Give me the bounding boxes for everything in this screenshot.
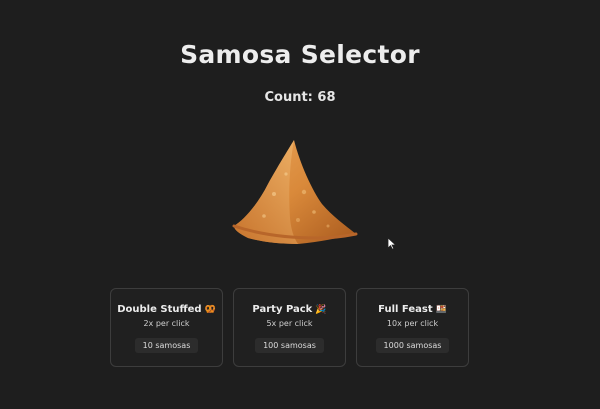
- app-root: Samosa Selector Count: 68 Double Stuffed…: [0, 0, 600, 409]
- upgrade-card-double-stuffed[interactable]: Double Stuffed 🥨 2x per click 10 samosas: [110, 288, 223, 367]
- mouse-cursor-icon: [387, 237, 397, 250]
- upgrade-cost-badge: 10 samosas: [134, 338, 199, 353]
- upgrade-name: Full Feast 🍱: [378, 304, 447, 315]
- upgrade-name: Party Pack 🎉: [252, 304, 326, 315]
- upgrade-name-text: Double Stuffed: [117, 304, 202, 315]
- upgrade-name-text: Full Feast: [378, 304, 433, 315]
- page-title: Samosa Selector: [180, 40, 420, 69]
- samosa-icon[interactable]: [228, 134, 362, 246]
- upgrade-rate: 5x per click: [266, 319, 313, 328]
- pretzel-icon: 🥨: [204, 304, 216, 315]
- upgrade-card-party-pack[interactable]: Party Pack 🎉 5x per click 100 samosas: [233, 288, 346, 367]
- bento-box-icon: 🍱: [435, 304, 447, 315]
- upgrade-name: Double Stuffed 🥨: [117, 304, 216, 315]
- upgrade-cost-badge: 1000 samosas: [375, 338, 450, 353]
- party-popper-icon: 🎉: [315, 304, 327, 315]
- upgrade-rate: 10x per click: [386, 319, 439, 328]
- upgrade-list: Double Stuffed 🥨 2x per click 10 samosas…: [110, 288, 469, 367]
- upgrade-cost-badge: 100 samosas: [255, 338, 324, 353]
- upgrade-card-full-feast[interactable]: Full Feast 🍱 10x per click 1000 samosas: [356, 288, 469, 367]
- upgrade-name-text: Party Pack: [252, 304, 313, 315]
- upgrade-rate: 2x per click: [143, 319, 190, 328]
- samosa-count: Count: 68: [264, 90, 336, 105]
